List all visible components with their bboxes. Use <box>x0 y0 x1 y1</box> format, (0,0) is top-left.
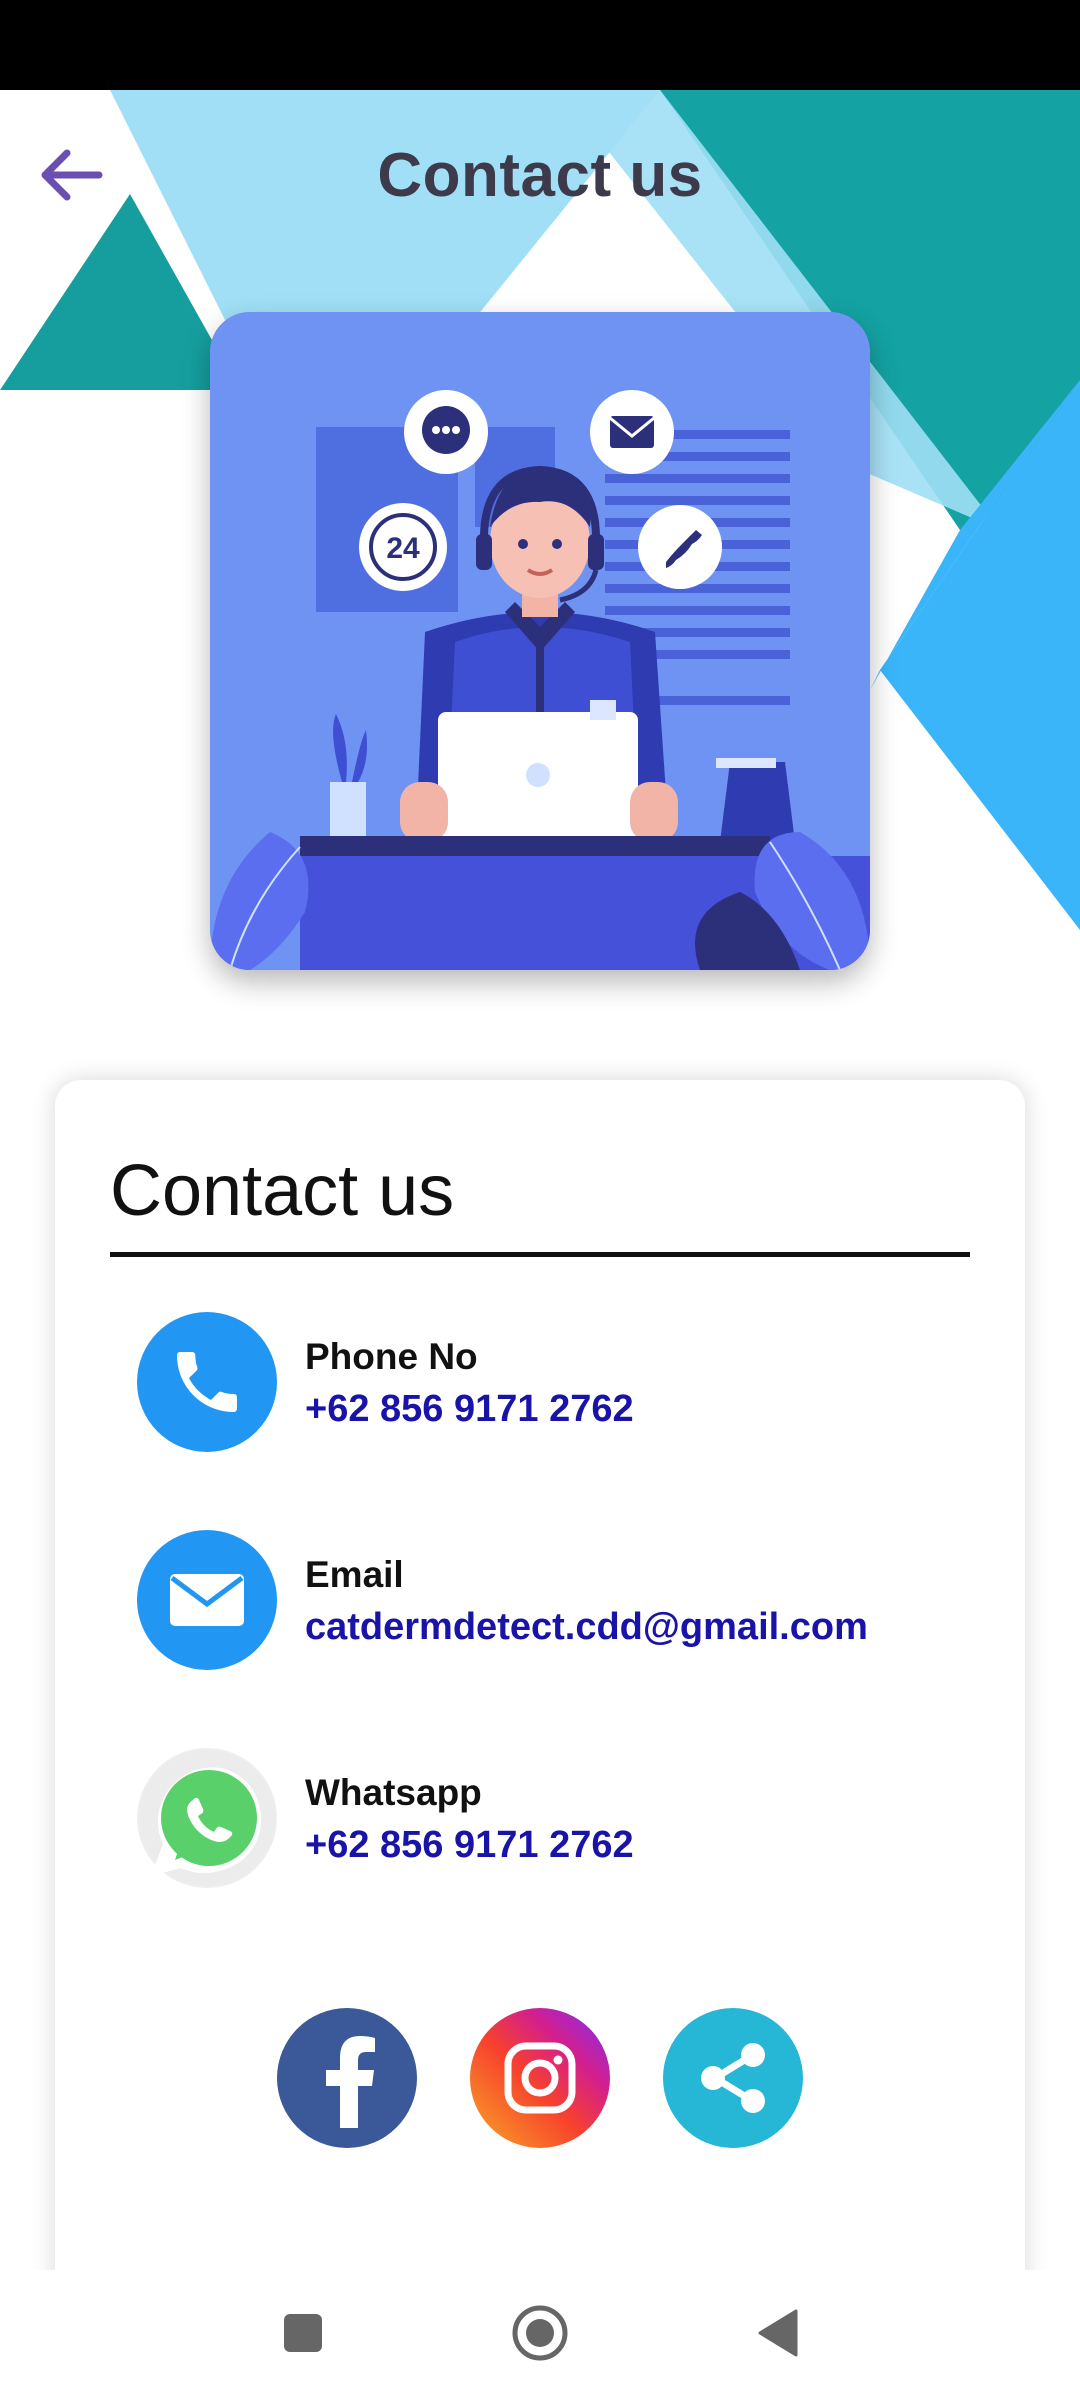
phone-label: Phone No <box>305 1336 478 1377</box>
app-header: Contact us <box>0 90 1080 260</box>
back-nav-button[interactable] <box>742 2298 812 2368</box>
phone-icon <box>137 1312 277 1452</box>
hero-illustration: 24 <box>210 312 870 970</box>
divider <box>110 1252 970 1257</box>
email-label: Email <box>305 1554 404 1595</box>
status-bar <box>0 0 1080 90</box>
square-icon <box>284 2314 322 2352</box>
whatsapp-contact-row[interactable]: Whatsapp +62 856 9171 2762 <box>137 1748 937 1888</box>
email-icon <box>137 1530 277 1670</box>
instagram-button[interactable] <box>470 2008 610 2148</box>
contact-card: Contact us Phone No +62 856 9171 2762 Em… <box>55 1080 1025 2320</box>
triangle-back-icon <box>758 2309 798 2357</box>
share-button[interactable] <box>663 2008 803 2148</box>
home-button[interactable] <box>505 2298 575 2368</box>
share-icon <box>701 2043 765 2113</box>
badge-24-text: 24 <box>386 532 420 565</box>
facebook-button[interactable] <box>277 2008 417 2148</box>
whatsapp-icon <box>137 1748 277 1888</box>
home-circle-icon <box>512 2305 568 2361</box>
instagram-icon <box>504 2042 576 2114</box>
email-contact-row[interactable]: Email catdermdetect.cdd@gmail.com <box>137 1530 937 1670</box>
system-nav-bar <box>0 2270 1080 2400</box>
phone-value[interactable]: +62 856 9171 2762 <box>305 1388 634 1431</box>
whatsapp-label: Whatsapp <box>305 1772 482 1813</box>
phone-contact-row[interactable]: Phone No +62 856 9171 2762 <box>137 1312 937 1452</box>
whatsapp-value[interactable]: +62 856 9171 2762 <box>305 1824 634 1867</box>
facebook-icon <box>326 2036 375 2128</box>
recents-button[interactable] <box>268 2298 338 2368</box>
card-title: Contact us <box>110 1151 455 1231</box>
customer-support-illustration: 24 <box>210 312 870 970</box>
page-title: Contact us <box>377 141 703 210</box>
email-value[interactable]: catdermdetect.cdd@gmail.com <box>305 1606 868 1649</box>
